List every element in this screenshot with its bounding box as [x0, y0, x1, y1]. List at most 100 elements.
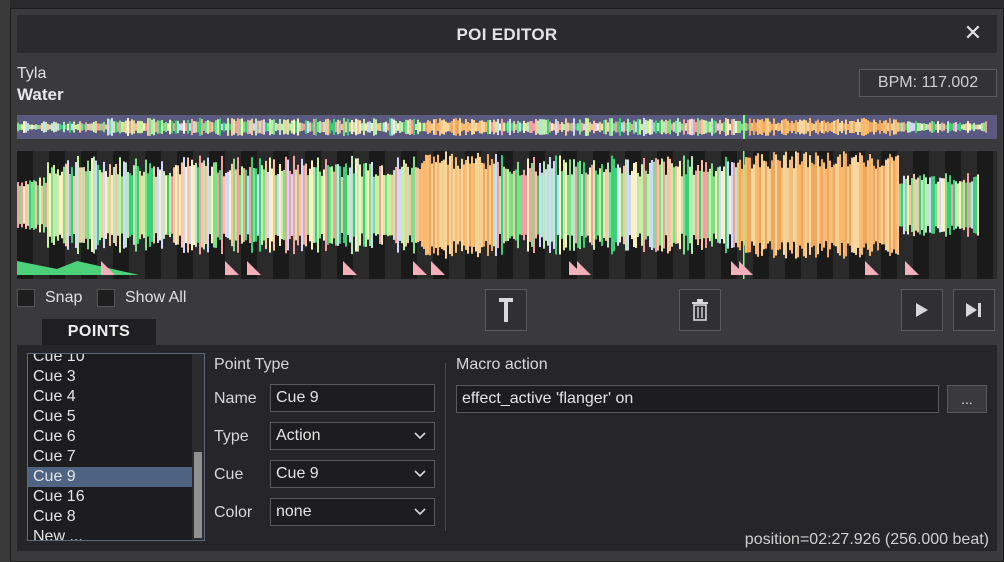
list-item[interactable]: Cue 8: [28, 507, 204, 527]
overview-bar: [279, 119, 281, 135]
waveform-bar: [433, 156, 435, 254]
overview-bar: [301, 123, 303, 131]
show-all-checkbox[interactable]: Show All: [97, 289, 186, 307]
waveform-bar: [75, 162, 77, 248]
list-item[interactable]: Cue 6: [28, 427, 204, 447]
add-marker-button[interactable]: [485, 289, 527, 331]
title-bar[interactable]: POI EDITOR ✕: [17, 15, 997, 53]
waveform-bar: [735, 167, 737, 243]
waveform-bar: [879, 167, 881, 243]
waveform-bar: [71, 167, 73, 243]
list-item[interactable]: Cue 9: [28, 467, 204, 487]
overview-bar: [697, 118, 699, 136]
overview-bar: [37, 124, 39, 130]
waveform-bar: [677, 166, 679, 244]
overview-waveform[interactable]: [17, 115, 997, 139]
snap-checkbox[interactable]: Snap: [17, 289, 82, 307]
overview-bar: [845, 119, 847, 135]
scrollbar-thumb[interactable]: [194, 452, 202, 538]
waveform-bar: [317, 157, 319, 253]
waveform-bar: [849, 164, 851, 246]
overview-bar: [927, 124, 929, 130]
cue-select[interactable]: Cue 9: [270, 460, 435, 488]
overview-bar: [335, 121, 337, 133]
waveform-bar: [565, 162, 567, 248]
overview-bar: [417, 119, 419, 135]
overview-bar: [445, 121, 447, 133]
show-all-checkbox-box[interactable]: [97, 289, 115, 307]
list-item[interactable]: Cue 16: [28, 487, 204, 507]
waveform-bar: [543, 161, 545, 249]
waveform-bar: [411, 167, 413, 243]
list-item[interactable]: Cue 3: [28, 367, 204, 387]
waveform-bar: [267, 171, 269, 239]
name-field[interactable]: Cue 9: [270, 384, 435, 412]
overview-bar: [369, 121, 371, 133]
overview-bar: [561, 122, 563, 132]
type-select[interactable]: Action: [270, 422, 435, 450]
overview-bar: [145, 123, 147, 131]
overview-bar: [537, 120, 539, 134]
waveform-bar: [509, 171, 511, 239]
play-button[interactable]: [901, 289, 943, 331]
macro-browse-button[interactable]: ...: [947, 385, 987, 413]
overview-bar: [961, 124, 963, 130]
waveform-bar: [843, 151, 845, 259]
waveform-bar: [73, 175, 75, 235]
waveform-bar: [821, 159, 823, 251]
points-panel: Cue 10 Cue 3 Cue 4 Cue 5 Cue 6 Cue 7 Cue 9 Cue …: [17, 345, 997, 551]
waveform-bar: [181, 162, 183, 248]
overview-bar: [255, 118, 257, 136]
overview-bar: [271, 120, 273, 134]
waveform-bar: [633, 162, 635, 248]
main-waveform[interactable]: [17, 151, 1004, 279]
overview-bar: [139, 120, 141, 134]
overview-bar: [327, 118, 329, 136]
waveform-bar: [861, 155, 863, 255]
list-item[interactable]: New ...: [28, 527, 204, 540]
overview-bar: [683, 119, 685, 135]
points-list-scrollbar[interactable]: [192, 354, 204, 540]
waveform-bar: [271, 168, 273, 242]
list-item[interactable]: Cue 5: [28, 407, 204, 427]
waveform-bar: [493, 163, 495, 247]
waveform-bar: [241, 166, 243, 244]
overview-bar: [283, 119, 285, 135]
overview-bar: [723, 121, 725, 133]
waveform-bar: [499, 176, 501, 234]
overview-bar: [47, 123, 49, 131]
waveform-bar: [867, 160, 869, 250]
waveform-bar: [305, 163, 307, 247]
list-item[interactable]: Cue 10: [28, 354, 204, 367]
points-list[interactable]: Cue 10 Cue 3 Cue 4 Cue 5 Cue 6 Cue 7 Cue 9 Cue …: [27, 353, 205, 541]
waveform-bar: [941, 178, 943, 232]
delete-button[interactable]: [679, 289, 721, 331]
tab-points[interactable]: POINTS: [42, 319, 156, 345]
waveform-bar: [275, 175, 277, 235]
waveform-bar: [795, 151, 797, 259]
waveform-bar: [471, 156, 473, 254]
overview-bar: [719, 119, 721, 135]
waveform-bar: [429, 154, 431, 256]
color-select[interactable]: none: [270, 498, 435, 526]
overview-bar: [751, 123, 753, 131]
waveform-bar: [953, 179, 955, 231]
waveform-bar: [191, 159, 193, 251]
waveform-bar: [811, 162, 813, 248]
waveform-bar: [591, 164, 593, 246]
waveform-bar: [127, 171, 129, 239]
overview-bar: [777, 122, 779, 132]
overview-bar: [313, 119, 315, 135]
overview-bar: [557, 121, 559, 133]
snap-checkbox-box[interactable]: [17, 289, 35, 307]
macro-action-input[interactable]: effect_active 'flanger' on: [456, 385, 939, 413]
list-item[interactable]: Cue 7: [28, 447, 204, 467]
overview-bar: [797, 121, 799, 133]
list-item[interactable]: Cue 4: [28, 387, 204, 407]
skip-end-button[interactable]: [953, 289, 995, 331]
waveform-bar: [355, 158, 357, 252]
bpm-display: BPM: 117.002: [859, 69, 997, 97]
position-readout: position=02:27.926 (256.000 beat): [744, 531, 989, 548]
overview-bar: [879, 120, 881, 134]
close-icon[interactable]: ✕: [959, 19, 987, 47]
